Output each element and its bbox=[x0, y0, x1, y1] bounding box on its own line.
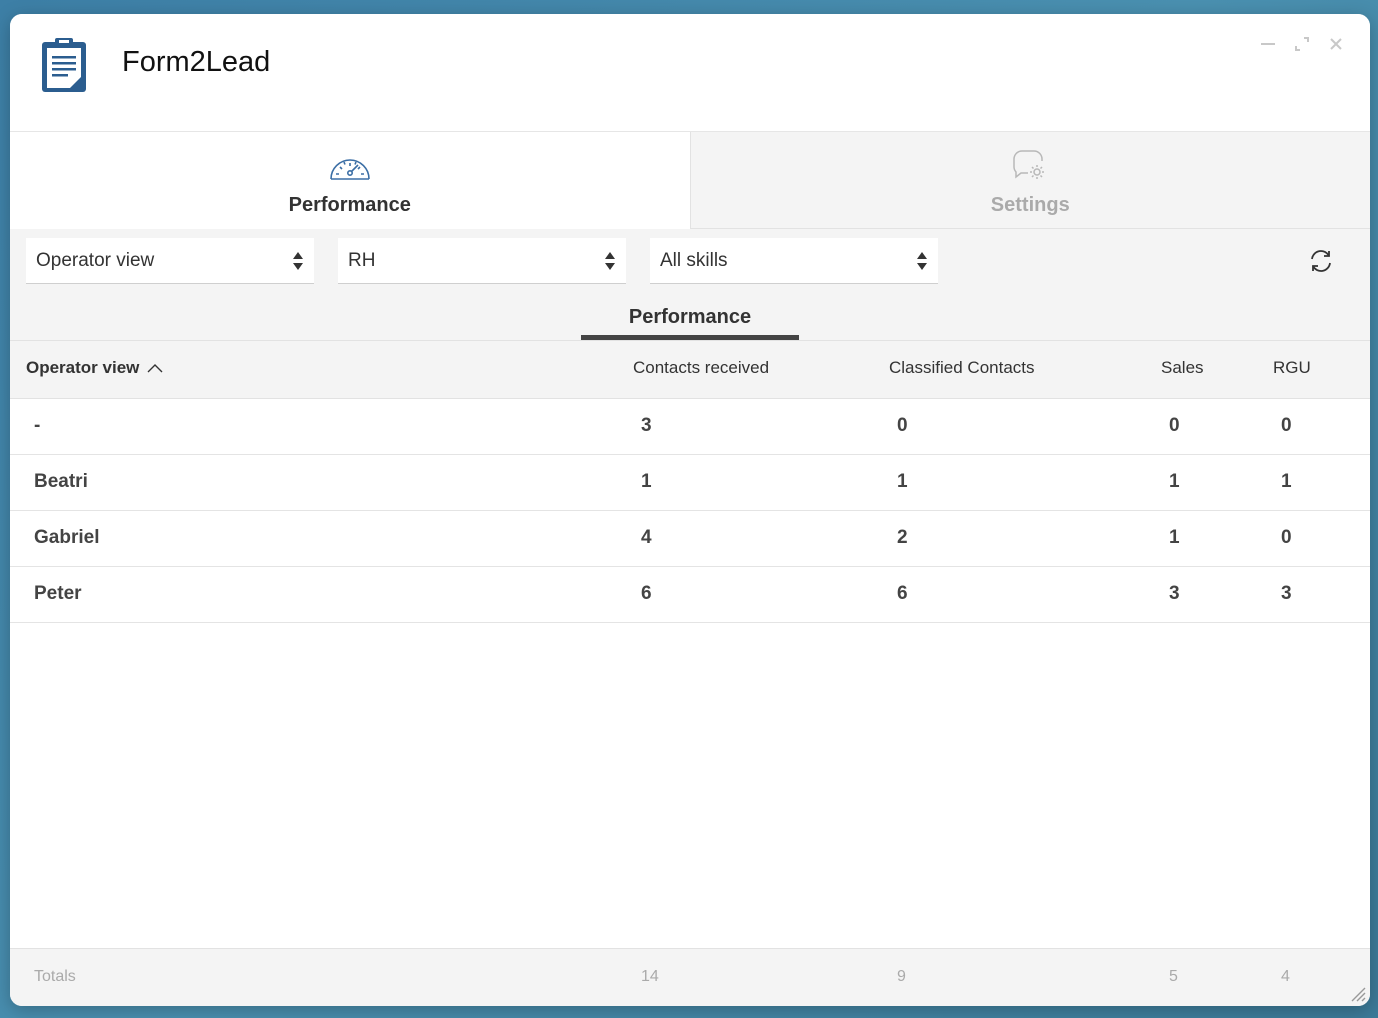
column-header-operator[interactable]: Operator view bbox=[26, 358, 163, 378]
skills-select-value: All skills bbox=[660, 249, 728, 271]
operator-name: Peter bbox=[34, 583, 82, 604]
table-header: Operator view Contacts received Classifi… bbox=[10, 341, 1370, 399]
contacts-received-value: 1 bbox=[641, 471, 652, 492]
speedometer-icon bbox=[329, 159, 370, 180]
rgu-value: 1 bbox=[1281, 471, 1292, 492]
minimize-button[interactable] bbox=[1258, 34, 1278, 54]
subtab-performance[interactable]: Performance bbox=[581, 303, 799, 340]
column-header-operator-label: Operator view bbox=[26, 358, 140, 377]
contacts-received-value: 3 bbox=[641, 415, 652, 436]
tab-settings-label: Settings bbox=[990, 194, 1070, 216]
total-classified-contacts: 9 bbox=[897, 968, 906, 985]
rgu-value: 3 bbox=[1281, 583, 1292, 604]
table-row[interactable]: Beatri 1 1 1 1 bbox=[10, 455, 1370, 511]
view-select-value: Operator view bbox=[36, 249, 155, 271]
close-icon bbox=[1330, 38, 1342, 50]
chat-settings-icon bbox=[1013, 150, 1045, 179]
operator-name: - bbox=[34, 415, 41, 436]
table-row[interactable]: Gabriel 4 2 1 0 bbox=[10, 511, 1370, 567]
tab-performance[interactable]: Performance bbox=[10, 132, 690, 229]
sort-arrows-icon bbox=[605, 252, 615, 270]
column-header-classified-contacts[interactable]: Classified Contacts bbox=[889, 358, 1035, 378]
contacts-received-value: 4 bbox=[641, 527, 652, 548]
classified-contacts-value: 2 bbox=[897, 527, 908, 548]
operator-name: Gabriel bbox=[34, 527, 100, 548]
sort-arrows-icon bbox=[293, 252, 303, 270]
view-select[interactable]: Operator view bbox=[26, 238, 314, 284]
window-controls bbox=[1258, 34, 1346, 54]
group-select-value: RH bbox=[348, 249, 376, 271]
main-tabs: Performance Settings bbox=[10, 132, 1370, 229]
tab-performance-label: Performance bbox=[288, 194, 411, 216]
classified-contacts-value: 0 bbox=[897, 415, 908, 436]
operator-name: Beatri bbox=[34, 471, 88, 492]
app-window: Form2Lead Performance Settings Operator … bbox=[10, 14, 1370, 1006]
sort-ascending-icon bbox=[147, 364, 163, 373]
sales-value: 0 bbox=[1169, 415, 1180, 436]
total-sales: 5 bbox=[1169, 968, 1178, 985]
close-button[interactable] bbox=[1326, 34, 1346, 54]
column-header-contacts-received[interactable]: Contacts received bbox=[633, 358, 769, 378]
table-row[interactable]: Peter 6 6 3 3 bbox=[10, 567, 1370, 623]
totals-label: Totals bbox=[34, 968, 76, 985]
maximize-button[interactable] bbox=[1292, 34, 1312, 54]
minimize-icon bbox=[1261, 43, 1275, 45]
filter-bar: Operator view RH All skills Performance bbox=[10, 229, 1370, 341]
total-rgu: 4 bbox=[1281, 968, 1290, 985]
group-select[interactable]: RH bbox=[338, 238, 626, 284]
totals-row: Totals 14 9 5 4 bbox=[10, 948, 1370, 1006]
sales-value: 3 bbox=[1169, 583, 1180, 604]
expand-icon bbox=[1295, 37, 1309, 51]
column-header-rgu[interactable]: RGU bbox=[1273, 358, 1311, 378]
table-row[interactable]: - 3 0 0 0 bbox=[10, 399, 1370, 455]
total-contacts-received: 14 bbox=[641, 968, 659, 985]
classified-contacts-value: 6 bbox=[897, 583, 908, 604]
refresh-icon[interactable] bbox=[1308, 248, 1334, 274]
skills-select[interactable]: All skills bbox=[650, 238, 938, 284]
sales-value: 1 bbox=[1169, 471, 1180, 492]
title-bar: Form2Lead bbox=[10, 14, 1370, 132]
column-header-sales[interactable]: Sales bbox=[1161, 358, 1204, 378]
classified-contacts-value: 1 bbox=[897, 471, 908, 492]
contacts-received-value: 6 bbox=[641, 583, 652, 604]
clipboard-icon bbox=[42, 38, 86, 92]
rgu-value: 0 bbox=[1281, 415, 1292, 436]
sort-arrows-icon bbox=[917, 252, 927, 270]
resize-handle-icon[interactable] bbox=[1350, 986, 1366, 1002]
app-title: Form2Lead bbox=[122, 46, 271, 78]
rgu-value: 0 bbox=[1281, 527, 1292, 548]
tab-settings[interactable]: Settings bbox=[689, 132, 1370, 229]
sales-value: 1 bbox=[1169, 527, 1180, 548]
